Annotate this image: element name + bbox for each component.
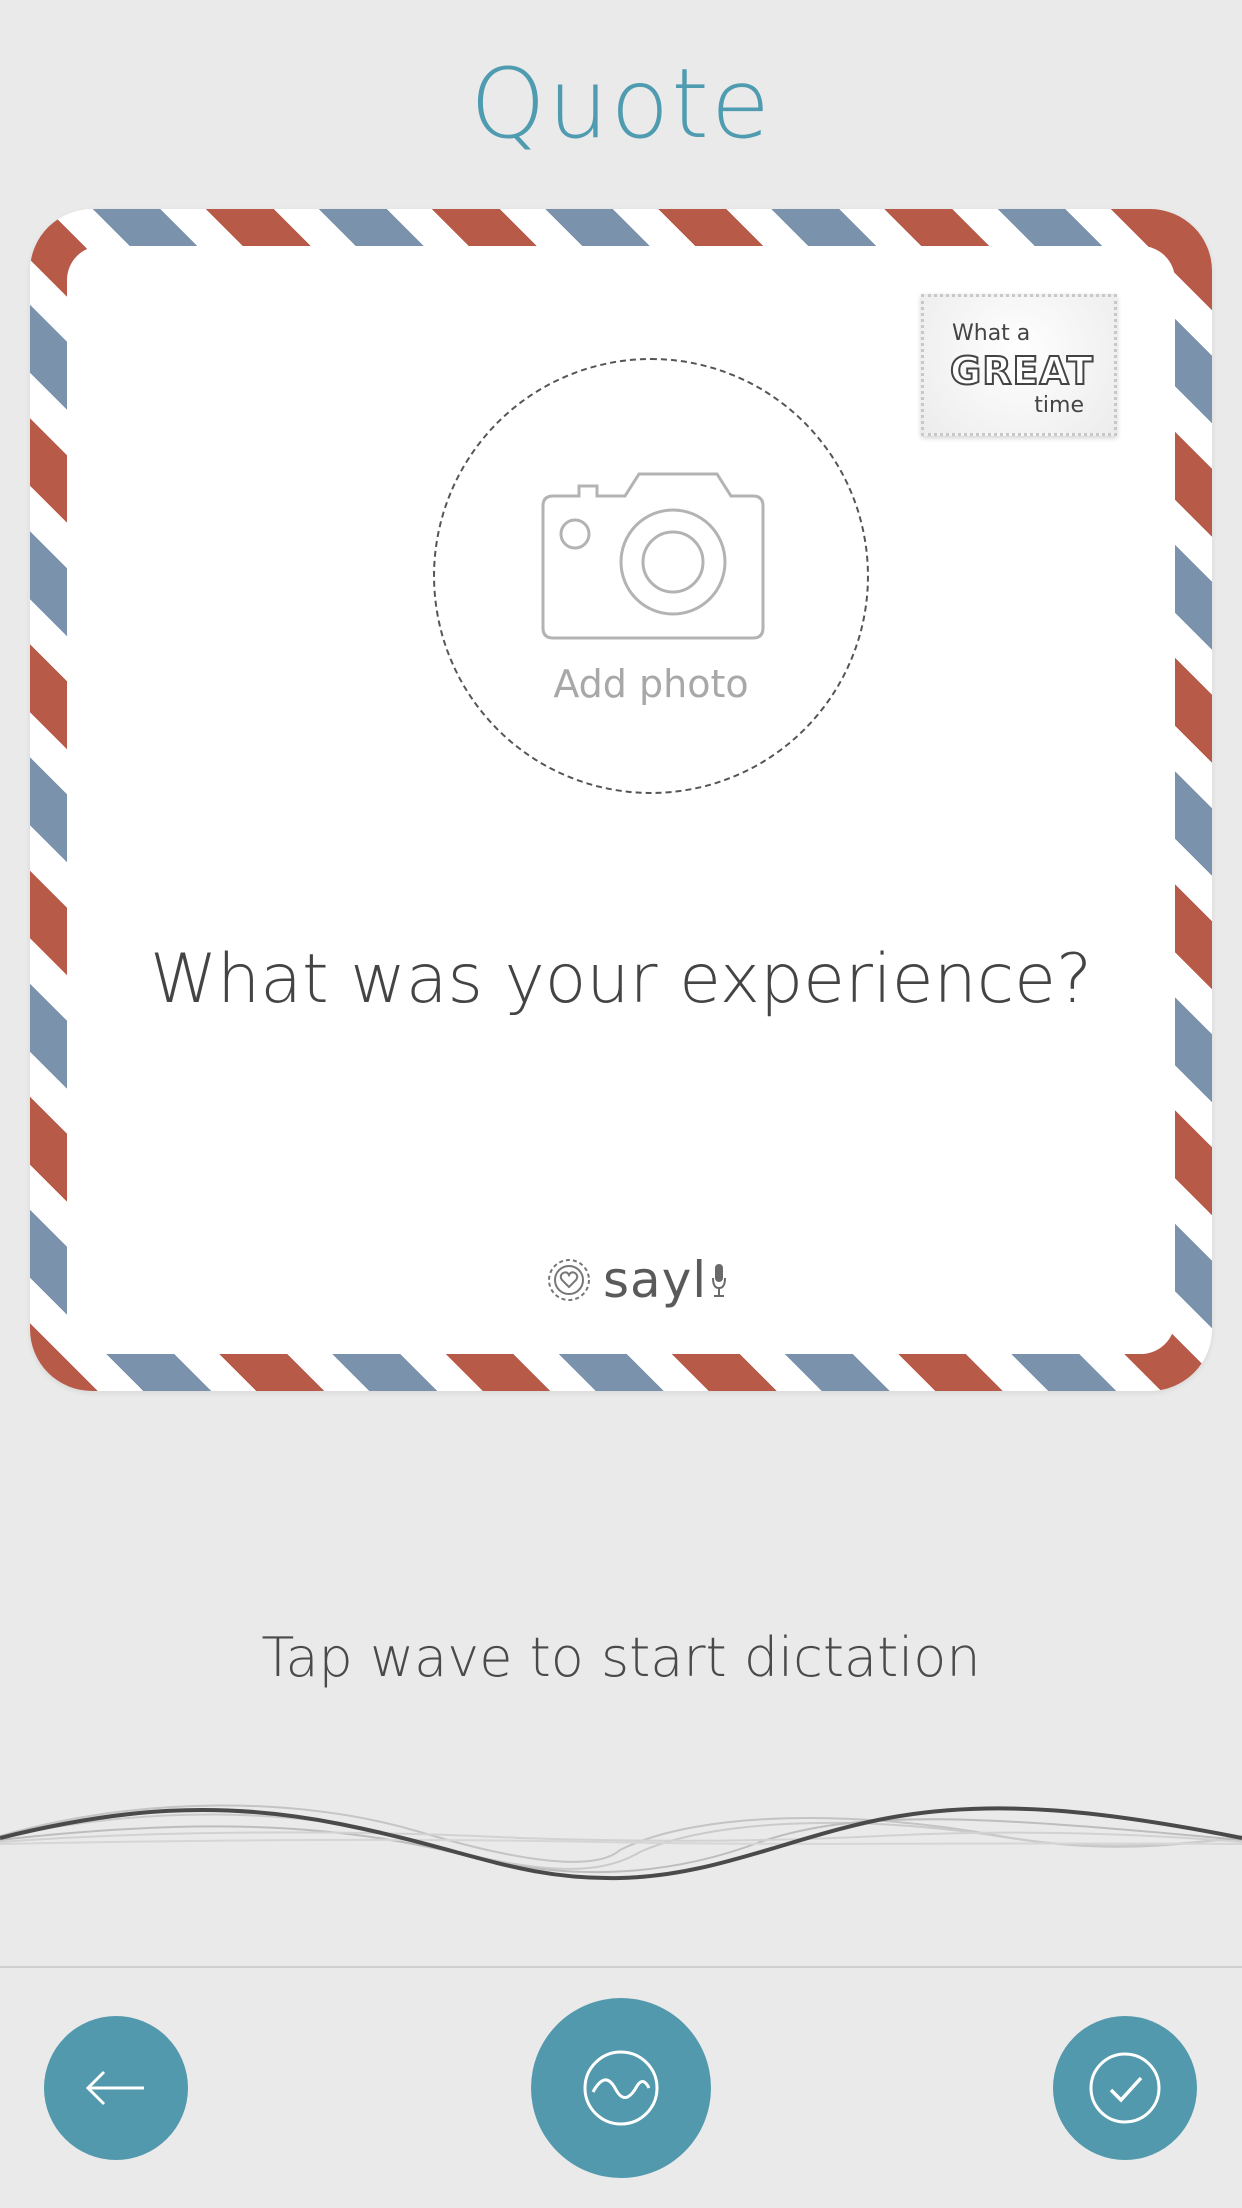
microphone-icon [712, 1264, 727, 1297]
prompt-text: What was your experience? [149, 940, 1093, 1019]
heart-badge-icon [548, 1259, 590, 1301]
record-button[interactable] [531, 1998, 711, 2178]
brand-logo: sayl [545, 1251, 727, 1309]
dictation-hint: Tap wave to start dictation [261, 1626, 981, 1689]
stamp-line3: time [1034, 393, 1084, 418]
arrow-left-icon [85, 2070, 144, 2106]
stamp-line1: What a [952, 321, 1031, 346]
check-icon [1089, 2052, 1161, 2124]
postcard: What a GREAT time Add photo What was you… [30, 209, 1212, 1391]
brand-name: sayl [603, 1251, 708, 1309]
done-button[interactable] [1053, 2016, 1197, 2160]
back-button[interactable] [44, 2016, 188, 2160]
add-photo-button[interactable]: Add photo [433, 358, 869, 794]
dictation-wave[interactable] [0, 1780, 1242, 1920]
bottom-divider [0, 1966, 1242, 1968]
wave-icon [583, 2050, 659, 2126]
postcard-body: What a GREAT time Add photo What was you… [67, 246, 1175, 1354]
page-title: Quote [470, 48, 772, 160]
stamp-line2: GREAT [949, 348, 1094, 394]
camera-icon [541, 472, 765, 640]
add-photo-label: Add photo [553, 662, 749, 706]
stamp: What a GREAT time [921, 294, 1117, 436]
